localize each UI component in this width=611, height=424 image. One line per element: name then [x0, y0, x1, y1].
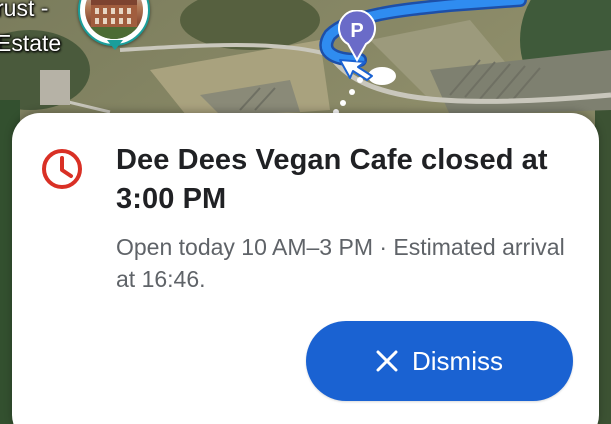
alert-detail: Open today 10 AM–3 PM · Estimated arriva… [116, 234, 565, 292]
close-icon [376, 350, 398, 372]
dismiss-label: Dismiss [412, 345, 503, 376]
pin-tail [107, 40, 123, 50]
parking-icon[interactable]: P [337, 10, 377, 62]
alert-title: Dee Dees Vegan Cafe closed at 3:00 PM [116, 144, 548, 215]
clock-icon [42, 149, 82, 189]
navigation-screen: rust - Estate P Dee Dees Vegan Cafe clos… [0, 0, 611, 424]
dismiss-button[interactable]: Dismiss [306, 321, 573, 401]
map-place-label: Estate [0, 30, 62, 56]
closed-place-alert-card: Dee Dees Vegan Cafe closed at 3:00 PM Op… [12, 113, 599, 424]
place-photo [85, 0, 143, 39]
parking-glyph: P [350, 20, 363, 42]
map-place-label: rust - [0, 0, 49, 21]
